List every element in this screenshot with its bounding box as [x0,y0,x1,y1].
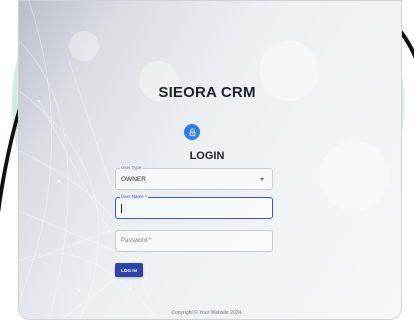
user-name-input[interactable]: User Name * [115,194,273,219]
copyright-text: Copyright © Your Website 2024. [171,310,243,316]
user-type-select[interactable]: User Type OWNER [115,165,273,190]
login-button[interactable]: LOG IN [115,263,143,277]
lock-icon [189,128,195,136]
chevron-down-icon [260,178,264,181]
app-title: SIEORA CRM [158,84,256,101]
bokeh-light [69,31,99,61]
user-name-label: User Name * [120,194,148,200]
lock-badge [184,124,200,140]
user-type-value: OWNER [121,176,146,183]
text-cursor [121,204,122,213]
password-placeholder: Password * [121,238,152,244]
login-heading: LOGIN [189,150,225,162]
user-type-label: User Type [120,165,143,171]
password-input[interactable]: Password * [115,230,273,252]
